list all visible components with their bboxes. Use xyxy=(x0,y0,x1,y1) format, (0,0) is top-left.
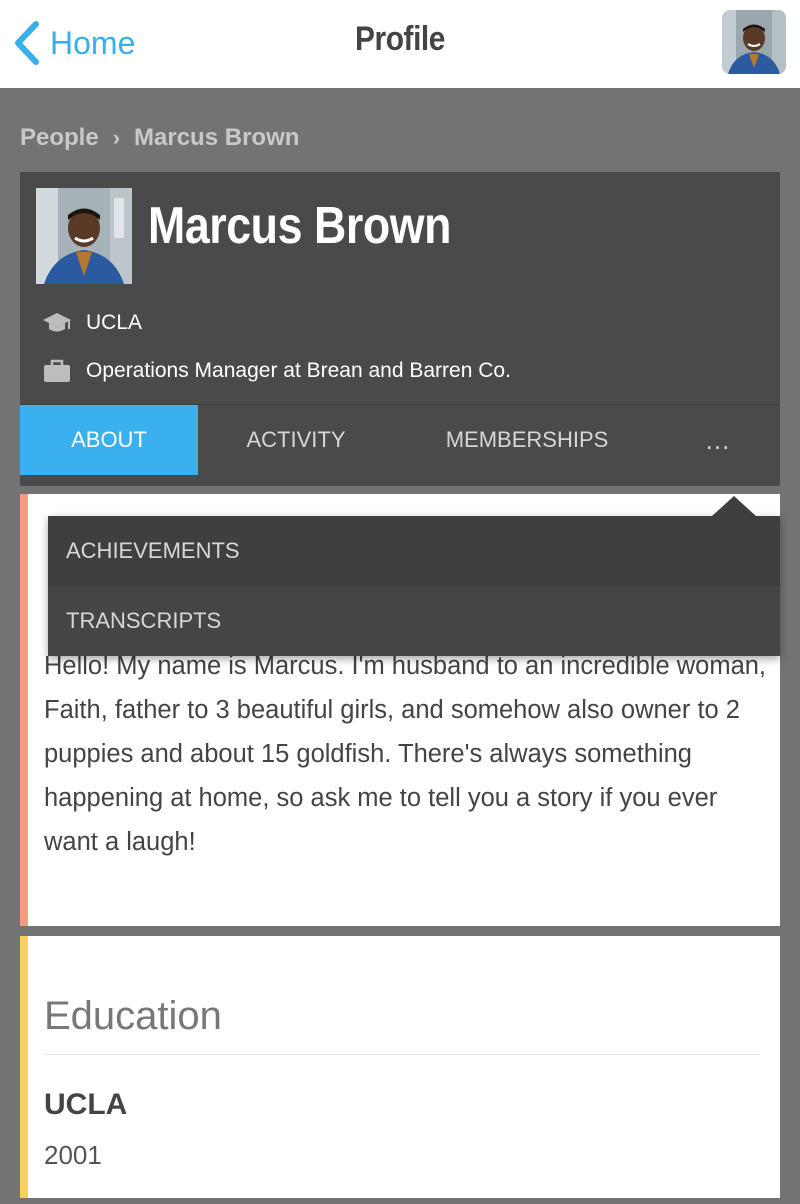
menu-item-transcripts[interactable]: TRANSCRIPTS xyxy=(48,586,780,656)
education-card: Education UCLA 2001 xyxy=(20,936,780,1198)
profile-tabs: ABOUT ACTIVITY MEMBERSHIPS ... xyxy=(20,404,780,486)
page-title: Profile xyxy=(354,20,446,58)
tab-activity[interactable]: ACTIVITY xyxy=(198,405,394,475)
school-row: UCLA xyxy=(42,310,142,336)
profile-photo xyxy=(36,188,132,284)
more-tabs-button[interactable]: ... xyxy=(692,405,744,475)
breadcrumb: People › Marcus Brown xyxy=(20,124,299,152)
tab-about[interactable]: ABOUT xyxy=(20,405,198,475)
tab-memberships[interactable]: MEMBERSHIPS xyxy=(420,405,634,475)
job-text: Operations Manager at Brean and Barren C… xyxy=(86,359,511,382)
breadcrumb-separator: › xyxy=(112,125,121,150)
education-title: Education xyxy=(44,994,222,1038)
about-text: Hello! My name is Marcus. I'm husband to… xyxy=(44,652,767,856)
school-text: UCLA xyxy=(86,311,143,334)
top-nav-bar: Home Profile xyxy=(0,0,800,88)
education-year: 2001 xyxy=(44,1140,102,1170)
breadcrumb-people-link[interactable]: People xyxy=(20,124,99,152)
more-dropdown-menu: ACHIEVEMENTS TRANSCRIPTS xyxy=(48,496,780,656)
profile-name: Marcus Brown xyxy=(148,197,451,255)
briefcase-icon xyxy=(44,359,70,382)
profile-header: Marcus Brown UCLA Operations Manager at … xyxy=(20,172,780,404)
education-school: UCLA xyxy=(44,1088,128,1121)
menu-item-achievements[interactable]: ACHIEVEMENTS xyxy=(48,516,780,586)
job-row: Operations Manager at Brean and Barren C… xyxy=(42,358,511,384)
graduation-cap-icon xyxy=(43,313,71,332)
chevron-left-icon xyxy=(15,21,39,65)
divider xyxy=(44,1054,760,1055)
dropdown-caret xyxy=(712,496,756,516)
user-avatar[interactable] xyxy=(722,10,786,74)
breadcrumb-current: Marcus Brown xyxy=(134,124,300,151)
